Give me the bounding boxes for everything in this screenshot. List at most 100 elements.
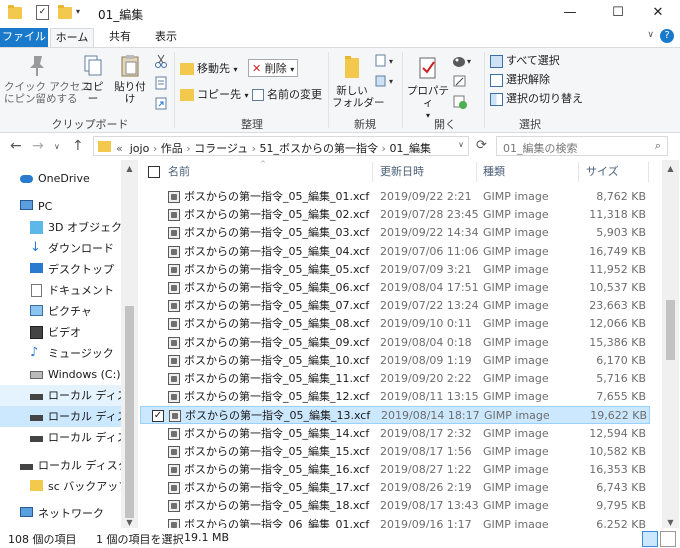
maximize-button[interactable]: ☐ <box>596 0 640 28</box>
nav-item-local-disk-g[interactable]: ローカル ディスク (G <box>0 427 122 448</box>
table-row[interactable]: ボスからの第一指令_05_編集_07.xcf 2019/07/22 13:24 GI… <box>140 297 650 315</box>
nav-item-desktop[interactable]: デスクトップ <box>0 259 122 280</box>
select-all-button[interactable]: すべて選択 <box>490 52 560 70</box>
search-box[interactable]: 01_編集の検索 ⌕ <box>496 136 668 156</box>
table-row[interactable]: ボスからの第一指令_05_編集_14.xcf 2019/08/17 2:32 GIM… <box>140 425 650 443</box>
scroll-thumb[interactable] <box>666 300 675 360</box>
breadcrumb-item[interactable]: jojo <box>130 142 150 155</box>
tab-view[interactable]: 表示 <box>146 28 186 47</box>
nav-item-documents[interactable]: ドキュメント <box>0 280 122 301</box>
table-row[interactable]: ボスからの第一指令_05_編集_08.xcf 2019/09/10 0:11 GIM… <box>140 315 650 333</box>
nav-item-3d-objects[interactable]: 3D オブジェクト <box>0 217 122 238</box>
nav-item-local-disk-e[interactable]: ローカル ディスク (E <box>0 385 122 406</box>
scroll-up-icon[interactable]: ▲ <box>121 164 138 173</box>
table-row[interactable]: ボスからの第一指令_05_編集_16.xcf 2019/08/27 1:22 GIM… <box>140 461 650 479</box>
table-row[interactable]: ボスからの第一指令_05_編集_05.xcf 2019/07/09 3:21 GIM… <box>140 261 650 279</box>
tab-share[interactable]: 共有 <box>100 28 140 47</box>
table-row[interactable]: ボスからの第一指令_05_編集_01.xcf 2019/09/22 2:21 GIM… <box>140 188 650 206</box>
table-row[interactable]: ボスからの第一指令_05_編集_12.xcf 2019/08/11 13:15 GI… <box>140 388 650 406</box>
column-header-date[interactable]: 更新日時 <box>380 160 424 184</box>
scroll-thumb[interactable] <box>125 306 134 518</box>
column-divider[interactable] <box>476 162 477 182</box>
up-button[interactable]: ↑ <box>72 138 84 154</box>
table-row[interactable]: ボスからの第一指令_05_編集_17.xcf 2019/08/26 2:19 GIM… <box>140 479 650 497</box>
table-row[interactable]: ボスからの第一指令_05_編集_18.xcf 2019/08/17 13:43 GI… <box>140 497 650 515</box>
address-dropdown-icon[interactable]: ∨ <box>458 140 464 149</box>
pin-quick-access-button[interactable]: クイック アクセス にピン留めする <box>4 54 91 105</box>
nav-item-windows-c[interactable]: Windows (C:) <box>0 364 122 385</box>
tab-home[interactable]: ホーム <box>50 28 94 48</box>
new-item-icon[interactable]: ▾ <box>374 54 398 68</box>
quick-access-dropdown-icon[interactable]: ▾ <box>76 7 80 16</box>
nav-item-local-disk-g-root[interactable]: ローカル ディスク (G:) <box>0 455 122 476</box>
close-button[interactable]: ✕ <box>636 0 680 28</box>
nav-item-sc-backup[interactable]: sc バックアップ <box>0 476 122 497</box>
table-row[interactable]: ボスからの第一指令_05_編集_02.xcf 2019/07/28 23:45 GI… <box>140 206 650 224</box>
copy-path-icon[interactable] <box>154 76 168 90</box>
breadcrumb-item[interactable]: 01_編集 <box>389 142 431 155</box>
select-none-button[interactable]: 選択解除 <box>490 71 550 89</box>
new-folder-quick-icon[interactable] <box>58 5 72 19</box>
scroll-up-icon[interactable]: ▲ <box>662 164 679 173</box>
column-header-size[interactable]: サイズ <box>586 160 619 184</box>
table-row[interactable]: ボスからの第一指令_05_編集_11.xcf 2019/09/20 2:22 GIM… <box>140 370 650 388</box>
paste-shortcut-icon[interactable] <box>154 96 168 110</box>
nav-item-pc[interactable]: PC <box>0 196 122 217</box>
collapse-ribbon-icon[interactable]: ∨ <box>647 30 654 40</box>
table-row[interactable]: ボスからの第一指令_05_編集_09.xcf 2019/08/04 0:18 GIM… <box>140 334 650 352</box>
address-bar[interactable]: « jojo › 作品 › コラージュ › 51_ボスからの第一指令 › 01_… <box>93 136 469 156</box>
history-icon[interactable] <box>452 94 468 110</box>
tab-file[interactable]: ファイル <box>0 28 48 47</box>
column-header-type[interactable]: 種類 <box>483 160 505 184</box>
search-input[interactable]: 01_編集の検索 <box>503 140 578 156</box>
forward-button[interactable]: → <box>32 138 44 154</box>
table-row[interactable]: ボスからの第一指令_05_編集_03.xcf 2019/09/22 14:34 GI… <box>140 224 650 242</box>
refresh-button[interactable]: ⟳ <box>476 138 487 153</box>
nav-item-music[interactable]: ♪ ミュージック <box>0 343 122 364</box>
scroll-down-icon[interactable]: ▼ <box>121 518 138 527</box>
scroll-down-icon[interactable]: ▼ <box>662 518 679 527</box>
breadcrumb-overflow[interactable]: « <box>116 142 123 155</box>
row-checkbox[interactable]: ✓ <box>152 410 164 423</box>
table-row[interactable]: ボスからの第一指令_05_編集_06.xcf 2019/08/04 17:51 GI… <box>140 279 650 297</box>
nav-item-onedrive[interactable]: OneDrive <box>0 168 122 189</box>
quick-access-toolbar-properties-icon[interactable]: ✓ <box>36 5 49 20</box>
select-all-checkbox[interactable] <box>148 166 160 178</box>
table-row[interactable]: ボスからの第一指令_05_編集_10.xcf 2019/08/09 1:19 GIM… <box>140 352 650 370</box>
invert-selection-button[interactable]: 選択の切り替え <box>490 90 583 108</box>
delete-button[interactable]: ✕ 削除 ▾ <box>248 59 299 77</box>
file-list-scrollbar[interactable]: ▲ ▼ <box>662 160 679 530</box>
column-divider[interactable] <box>648 162 649 182</box>
table-row[interactable]: ボスからの第一指令_05_編集_04.xcf 2019/07/06 11:06 GI… <box>140 243 650 261</box>
table-row[interactable]: ボスからの第一指令_05_編集_15.xcf 2019/08/17 1:56 GIM… <box>140 443 650 461</box>
gimp-open-icon[interactable]: ▾ <box>452 54 476 68</box>
copy-button[interactable]: コピー <box>78 54 108 105</box>
nav-item-pictures[interactable]: ピクチャ <box>0 301 122 322</box>
move-to-button[interactable]: 移動先 ▾ <box>180 60 238 78</box>
properties-button[interactable]: プロパティ ▾ <box>406 54 450 122</box>
breadcrumb-item[interactable]: コラージュ <box>194 142 248 155</box>
recent-locations-icon[interactable]: ∨ <box>54 142 60 151</box>
copy-to-button[interactable]: コピー先 ▾ <box>180 86 249 104</box>
rename-button[interactable]: 名前の変更 <box>252 86 322 104</box>
details-view-icon[interactable] <box>642 531 658 547</box>
breadcrumb-item[interactable]: 作品 <box>161 142 183 155</box>
column-header-name[interactable]: 名前 <box>168 160 190 184</box>
new-folder-button[interactable]: 新しい フォルダー <box>332 54 385 109</box>
easy-access-icon[interactable]: ▾ <box>374 74 398 88</box>
column-divider[interactable] <box>372 162 373 182</box>
breadcrumb-item[interactable]: 51_ボスからの第一指令 <box>260 142 379 155</box>
table-row[interactable]: ✓ ボスからの第一指令_05_編集_13.xcf 2019/08/14 18:17 G… <box>140 406 650 425</box>
nav-item-network[interactable]: ネットワーク <box>0 503 122 524</box>
nav-pane-scrollbar[interactable]: ▲ ▼ <box>121 160 138 530</box>
edit-icon[interactable] <box>452 74 468 88</box>
paste-button[interactable]: 貼り付け <box>110 54 150 105</box>
nav-item-local-disk-f[interactable]: ローカル ディスク (F <box>0 406 122 427</box>
nav-item-videos[interactable]: ビデオ <box>0 322 122 343</box>
large-icons-view-icon[interactable] <box>660 531 676 547</box>
minimize-button[interactable]: — <box>548 0 592 28</box>
column-divider[interactable] <box>578 162 579 182</box>
back-button[interactable]: ← <box>10 138 22 154</box>
cut-icon[interactable] <box>154 54 168 68</box>
nav-item-downloads[interactable]: ↓ ダウンロード <box>0 238 122 259</box>
